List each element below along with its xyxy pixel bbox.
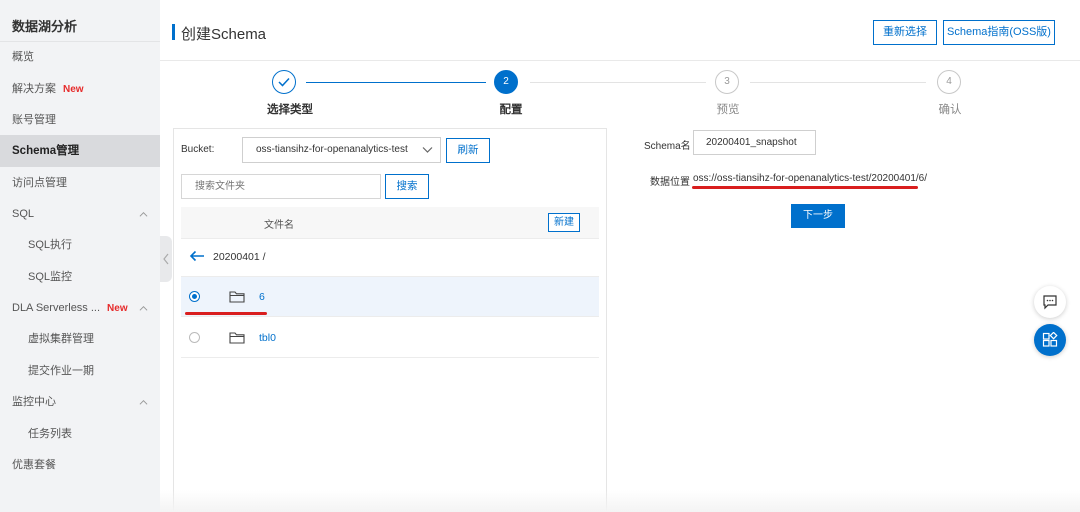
sidebar-item-label: 账号管理 (12, 114, 56, 126)
sidebar-item-endpoints[interactable]: 访问点管理 (0, 167, 160, 199)
chevron-up-icon (139, 211, 148, 217)
sidebar-group-sql[interactable]: SQL (0, 198, 160, 230)
sidebar-item-sql-exec[interactable]: SQL执行 (0, 229, 160, 261)
sidebar-item-label: 解决方案 (12, 83, 56, 95)
search-folder-input[interactable] (181, 174, 381, 199)
table-row[interactable]: tbl0 (181, 318, 599, 358)
sidebar-item-task-list[interactable]: 任务列表 (0, 418, 160, 450)
sidebar-item-discount[interactable]: 优惠套餐 (0, 449, 160, 481)
sidebar-title: 数据湖分析 (12, 19, 78, 34)
sidebar-item-label: SQL监控 (28, 271, 73, 283)
folder-icon (229, 332, 245, 344)
title-accent-bar (172, 24, 175, 40)
sidebar-item-label: 提交作业一期 (28, 365, 94, 377)
folder-icon (229, 291, 245, 303)
search-button[interactable]: 搜索 (385, 174, 429, 199)
data-location-label: 数据位置 (650, 177, 690, 188)
step-2-label: 配置 (499, 104, 523, 116)
step-1-circle (272, 70, 296, 94)
chevron-down-icon (422, 147, 433, 153)
schema-guide-button[interactable]: Schema指南(OSS版) (943, 20, 1055, 45)
sidebar-item-label: DLA Serverless ... (12, 302, 101, 314)
sidebar-item-label: 优惠套餐 (12, 459, 56, 471)
sidebar-item-solutions[interactable]: 解决方案 New (0, 73, 160, 105)
file-name-link[interactable]: 6 (259, 291, 265, 303)
chevron-up-icon (139, 399, 148, 405)
sidebar: 数据湖分析 概览 解决方案 New 账号管理 Schema管理 访问点管理 SQL… (0, 0, 160, 512)
apps-icon (1042, 332, 1058, 347)
new-folder-button[interactable]: 新建 (548, 213, 580, 232)
step-3-label: 预览 (716, 104, 740, 116)
step-connector (530, 82, 706, 83)
sidebar-item-schema[interactable]: Schema管理 (0, 135, 160, 167)
step-4-label: 确认 (938, 104, 962, 116)
apps-button[interactable] (1034, 324, 1066, 356)
sidebar-item-sql-monitor[interactable]: SQL监控 (0, 261, 160, 293)
sidebar-item-label: 概览 (12, 51, 34, 63)
current-path-row: 20200401 / (181, 239, 599, 277)
sidebar-item-label: 访问点管理 (12, 177, 67, 189)
page-title: 创建Schema (181, 26, 267, 43)
reselect-button[interactable]: 重新选择 (873, 20, 937, 45)
bottom-fade (160, 490, 1080, 512)
chat-icon (1043, 295, 1057, 310)
bucket-label: Bucket: (181, 144, 215, 155)
sidebar-item-label: SQL (12, 208, 35, 220)
chat-button[interactable] (1034, 286, 1066, 318)
sidebar-item-overview[interactable]: 概览 (0, 41, 160, 73)
sidebar-group-dla-serverless[interactable]: DLA Serverless ... New (0, 292, 160, 324)
schema-name-input[interactable] (693, 130, 816, 155)
step-2-circle: 2 (494, 70, 518, 94)
table-row[interactable]: 6 (181, 277, 599, 317)
sidebar-item-accounts[interactable]: 账号管理 (0, 104, 160, 136)
sidebar-item-label: 任务列表 (28, 428, 72, 440)
file-name-link[interactable]: tbl0 (259, 332, 276, 344)
sidebar-group-monitor[interactable]: 监控中心 (0, 386, 160, 418)
chevron-up-icon (139, 305, 148, 311)
sidebar-item-label: 监控中心 (12, 396, 56, 408)
column-header-filename: 文件名 (264, 220, 294, 231)
sidebar-collapse-toggle[interactable] (160, 236, 172, 282)
sidebar-item-virtual-cluster[interactable]: 虚拟集群管理 (0, 323, 160, 355)
schema-name-label: Schema名 (644, 141, 691, 152)
annotation-underline (185, 312, 267, 315)
new-badge: New (63, 84, 84, 95)
radio-button[interactable] (189, 291, 200, 302)
radio-button[interactable] (189, 332, 200, 343)
step-3-circle: 3 (715, 70, 739, 94)
refresh-button[interactable]: 刷新 (446, 138, 490, 163)
header-divider (160, 60, 1080, 61)
arrow-left-icon[interactable] (189, 250, 205, 262)
sidebar-item-label: SQL执行 (28, 239, 73, 251)
sidebar-item-label: 虚拟集群管理 (28, 333, 94, 345)
annotation-underline (692, 186, 918, 189)
next-step-button[interactable]: 下一步 (791, 204, 845, 228)
step-1-label: 选择类型 (267, 104, 313, 116)
check-icon (278, 77, 290, 87)
sidebar-item-submit-job[interactable]: 提交作业一期 (0, 355, 160, 387)
bucket-select[interactable]: oss-tiansihz-for-openanalytics-test (242, 137, 441, 163)
current-path: 20200401 / (213, 251, 266, 263)
chevron-left-icon (163, 253, 169, 265)
step-connector-done (306, 82, 486, 83)
file-table-header: 文件名 (181, 207, 599, 239)
sidebar-item-label: Schema管理 (12, 145, 80, 157)
data-location-value: oss://oss-tiansihz-for-openanalytics-tes… (693, 173, 928, 184)
step-connector (750, 82, 926, 83)
bucket-select-value: oss-tiansihz-for-openanalytics-test (256, 144, 408, 155)
new-badge: New (107, 303, 128, 314)
step-4-circle: 4 (937, 70, 961, 94)
